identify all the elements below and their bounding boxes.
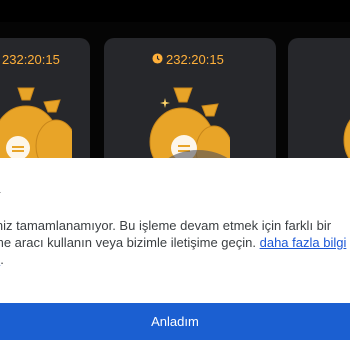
- card-timer: 232:20:15: [166, 52, 224, 67]
- message-end: .: [0, 252, 4, 267]
- message-text: me aracı kullanın veya bizimle iletişime…: [0, 235, 260, 250]
- status-bar-area: [0, 0, 350, 22]
- ok-button[interactable]: Anladım: [0, 303, 350, 340]
- learn-more-link[interactable]: daha fazla bilgi: [260, 235, 347, 250]
- reward-cards-carousel: 232:20:15 232:20:15: [0, 22, 350, 188]
- app-screen: 232:20:15 232:20:15 iniz tamamlanamıyor.…: [0, 0, 350, 350]
- message-line: me aracı kullanın veya bizimle iletişime…: [0, 234, 350, 251]
- message-line: n.: [0, 251, 350, 268]
- message-line: iniz tamamlanamıyor. Bu işleme devam etm…: [0, 218, 332, 233]
- dialog-message: iniz tamamlanamıyor. Bu işleme devam etm…: [0, 217, 350, 268]
- error-dialog: a iniz tamamlanamıyor. Bu işleme devam e…: [0, 158, 350, 350]
- card-timer: 232:20:15: [2, 52, 60, 67]
- clock-icon: [152, 53, 163, 64]
